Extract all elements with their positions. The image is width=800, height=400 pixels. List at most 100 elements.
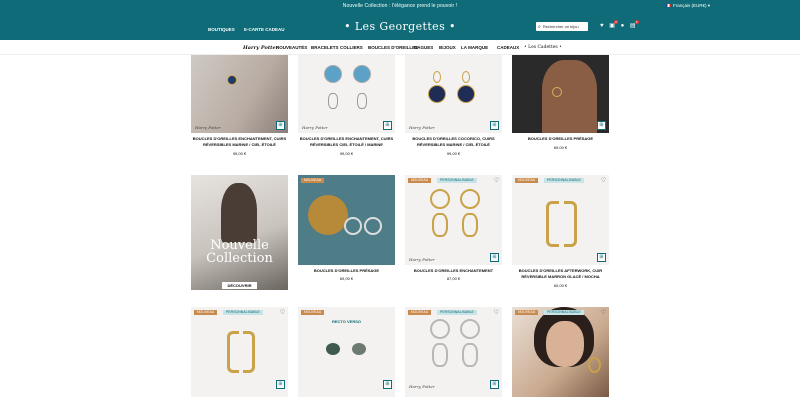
earring-shape	[588, 357, 601, 373]
new-badge: NOUVEAU	[515, 178, 539, 183]
product-price: 99,00 €	[232, 151, 247, 156]
personalizable-badge: PERSONNALISABLE	[437, 310, 477, 315]
language-selector[interactable]: Français (EUR€) ▾	[665, 3, 710, 9]
nav-bracelets[interactable]: BRACELETS	[311, 45, 339, 50]
header-icons: ♥ ▣ 0 ● ▤ 0	[600, 20, 640, 29]
product-image[interactable]: ⊞	[512, 55, 609, 133]
product-price: 99,00 €	[446, 151, 461, 156]
nav-la-marque[interactable]: LA MARQUE	[461, 45, 488, 50]
product-image[interactable]: Harry Potter ⊞	[405, 55, 502, 133]
add-to-cart-icon[interactable]: ⊞	[490, 253, 499, 262]
add-to-cart-icon[interactable]: ⊞	[383, 121, 392, 130]
earring-shape	[462, 71, 470, 83]
harry-potter-badge: Harry Potter	[409, 384, 435, 389]
search-input[interactable]: ⌕ Rechercher un bijou	[536, 22, 588, 31]
cart-badge: 0	[634, 20, 639, 24]
nav-harry-potter[interactable]: Harry Potter	[243, 45, 278, 51]
new-badge: NOUVEAU	[408, 178, 432, 183]
nav-cadeaux[interactable]: CADEAUX	[497, 45, 519, 50]
nav-nouveautes[interactable]: NOUVEAUTÉS	[276, 45, 307, 50]
product-price: 60,00 €	[553, 283, 568, 288]
heart-icon[interactable]: ♥	[600, 23, 604, 29]
earring-shape	[328, 93, 338, 109]
earring-shape	[357, 93, 367, 109]
product-image[interactable]: Harry Potter ⊞	[298, 55, 395, 133]
add-to-cart-icon[interactable]: ⊞	[383, 380, 392, 389]
product-image[interactable]: NOUVEAU RECTO VERSO ⊞	[298, 307, 395, 397]
earring-shape	[460, 189, 480, 209]
earring-shape	[460, 319, 480, 339]
earring-shape	[324, 65, 342, 83]
add-to-cart-icon[interactable]: ⊞	[490, 380, 499, 389]
cart-icon[interactable]: ▤ 0	[630, 20, 639, 29]
add-to-cart-icon[interactable]: ⊞	[597, 121, 606, 130]
nav-bagues[interactable]: BAGUES	[414, 45, 433, 50]
earring-shape	[433, 71, 441, 83]
harry-potter-badge: Harry Potter	[195, 125, 221, 130]
add-to-cart-icon[interactable]: ⊞	[490, 121, 499, 130]
earring-shape	[353, 65, 371, 83]
earring-shape	[430, 189, 450, 209]
wishlist-heart-icon[interactable]: ♡	[494, 177, 499, 184]
site-logo[interactable]: • Les Georgettes •	[0, 20, 800, 33]
model-face	[546, 321, 584, 367]
model-photo	[191, 55, 288, 133]
wishlist-heart-icon[interactable]: ♡	[601, 309, 606, 316]
wishlist-heart-icon[interactable]: ♡	[280, 309, 285, 316]
product-title[interactable]: BOUCLES D'OREILLES AFTERWORK, CUIR RÉVER…	[512, 268, 609, 279]
earring-shape	[243, 331, 255, 373]
product-image[interactable]: NOUVEAU PERSONNALISABLE ♡ Harry Potter ⊞	[405, 307, 502, 397]
main-nav: Harry Potter NOUVEAUTÉS BRACELETS COLLIE…	[0, 40, 800, 55]
bag-badge: 0	[613, 20, 618, 24]
product-image[interactable]: NOUVEAU PERSONNALISABLE ♡ Harry Potter ⊞	[405, 175, 502, 265]
nav-bijoux[interactable]: BIJOUX	[439, 45, 456, 50]
product-image[interactable]: NOUVEAU	[298, 175, 395, 265]
user-icon[interactable]: ●	[621, 23, 625, 29]
flag-icon	[665, 4, 671, 8]
new-badge: NOUVEAU	[515, 310, 539, 315]
model-photo	[542, 60, 597, 133]
product-image[interactable]: Harry Potter ⊞	[191, 55, 288, 133]
nav-les-cadettes[interactable]: • Les Cadettes •	[524, 45, 562, 50]
model-photo	[221, 183, 257, 243]
bag-icon[interactable]: ▣ 0	[609, 20, 618, 29]
earring-shape	[457, 85, 475, 103]
personalizable-badge: PERSONNALISABLE	[544, 178, 584, 183]
earring-shape	[428, 85, 446, 103]
product-image[interactable]: NOUVEAU PERSONNALISABLE ♡ ⊞	[191, 307, 288, 397]
language-label: Français (EUR€)	[672, 3, 707, 8]
recto-verso-label: RECTO VERSO	[331, 319, 362, 324]
earring-shape	[344, 217, 362, 235]
product-image[interactable]: NOUVEAU PERSONNALISABLE ♡	[512, 307, 609, 397]
add-to-cart-icon[interactable]: ⊞	[597, 253, 606, 262]
add-to-cart-icon[interactable]: ⊞	[276, 121, 285, 130]
discover-button[interactable]: DÉCOUVRIR	[222, 282, 257, 289]
earring-shape	[552, 87, 562, 97]
earring-shape	[462, 343, 478, 367]
nav-colliers[interactable]: COLLIERS	[340, 45, 363, 50]
product-title[interactable]: BOUCLES D'OREILLES ENCHANTEMENT	[405, 268, 502, 274]
harry-potter-badge: Harry Potter	[409, 125, 435, 130]
product-title[interactable]: BOUCLES D'OREILLES ENCHANTEMENT, CUIRS R…	[191, 136, 288, 147]
nav-boucles-oreilles[interactable]: BOUCLES D'OREILLES	[368, 45, 418, 50]
product-title[interactable]: BOUCLES D'OREILLES PRÉSAGE	[512, 136, 609, 142]
wishlist-heart-icon[interactable]: ♡	[494, 309, 499, 316]
promo-image[interactable]: Nouvelle Collection	[191, 175, 288, 290]
wishlist-heart-icon[interactable]: ♡	[601, 177, 606, 184]
product-image[interactable]: NOUVEAU PERSONNALISABLE ♡ ⊞	[512, 175, 609, 265]
top-header: Nouvelle Collection : l'élégance prend l…	[0, 0, 800, 40]
product-title[interactable]: BOUCLES D'OREILLES PRÉSAGE	[298, 268, 395, 274]
product-price: 69,00 €	[339, 276, 354, 281]
earring-shape	[326, 343, 340, 355]
add-to-cart-icon[interactable]: ⊞	[276, 380, 285, 389]
product-title[interactable]: BOUCLES D'OREILLES COCORICO, CUIRS RÉVER…	[405, 136, 502, 147]
new-badge: NOUVEAU	[408, 310, 432, 315]
new-badge: NOUVEAU	[194, 310, 218, 315]
personalizable-badge: PERSONNALISABLE	[223, 310, 263, 315]
product-price: 87,00 €	[446, 276, 461, 281]
earring-shape	[462, 213, 478, 237]
earring-shape	[227, 331, 239, 373]
product-title[interactable]: BOUCLES D'OREILLES ENCHANTEMENT, CUIRS R…	[298, 136, 395, 147]
product-price: 99,00 €	[339, 151, 354, 156]
harry-potter-badge: Harry Potter	[409, 257, 435, 262]
